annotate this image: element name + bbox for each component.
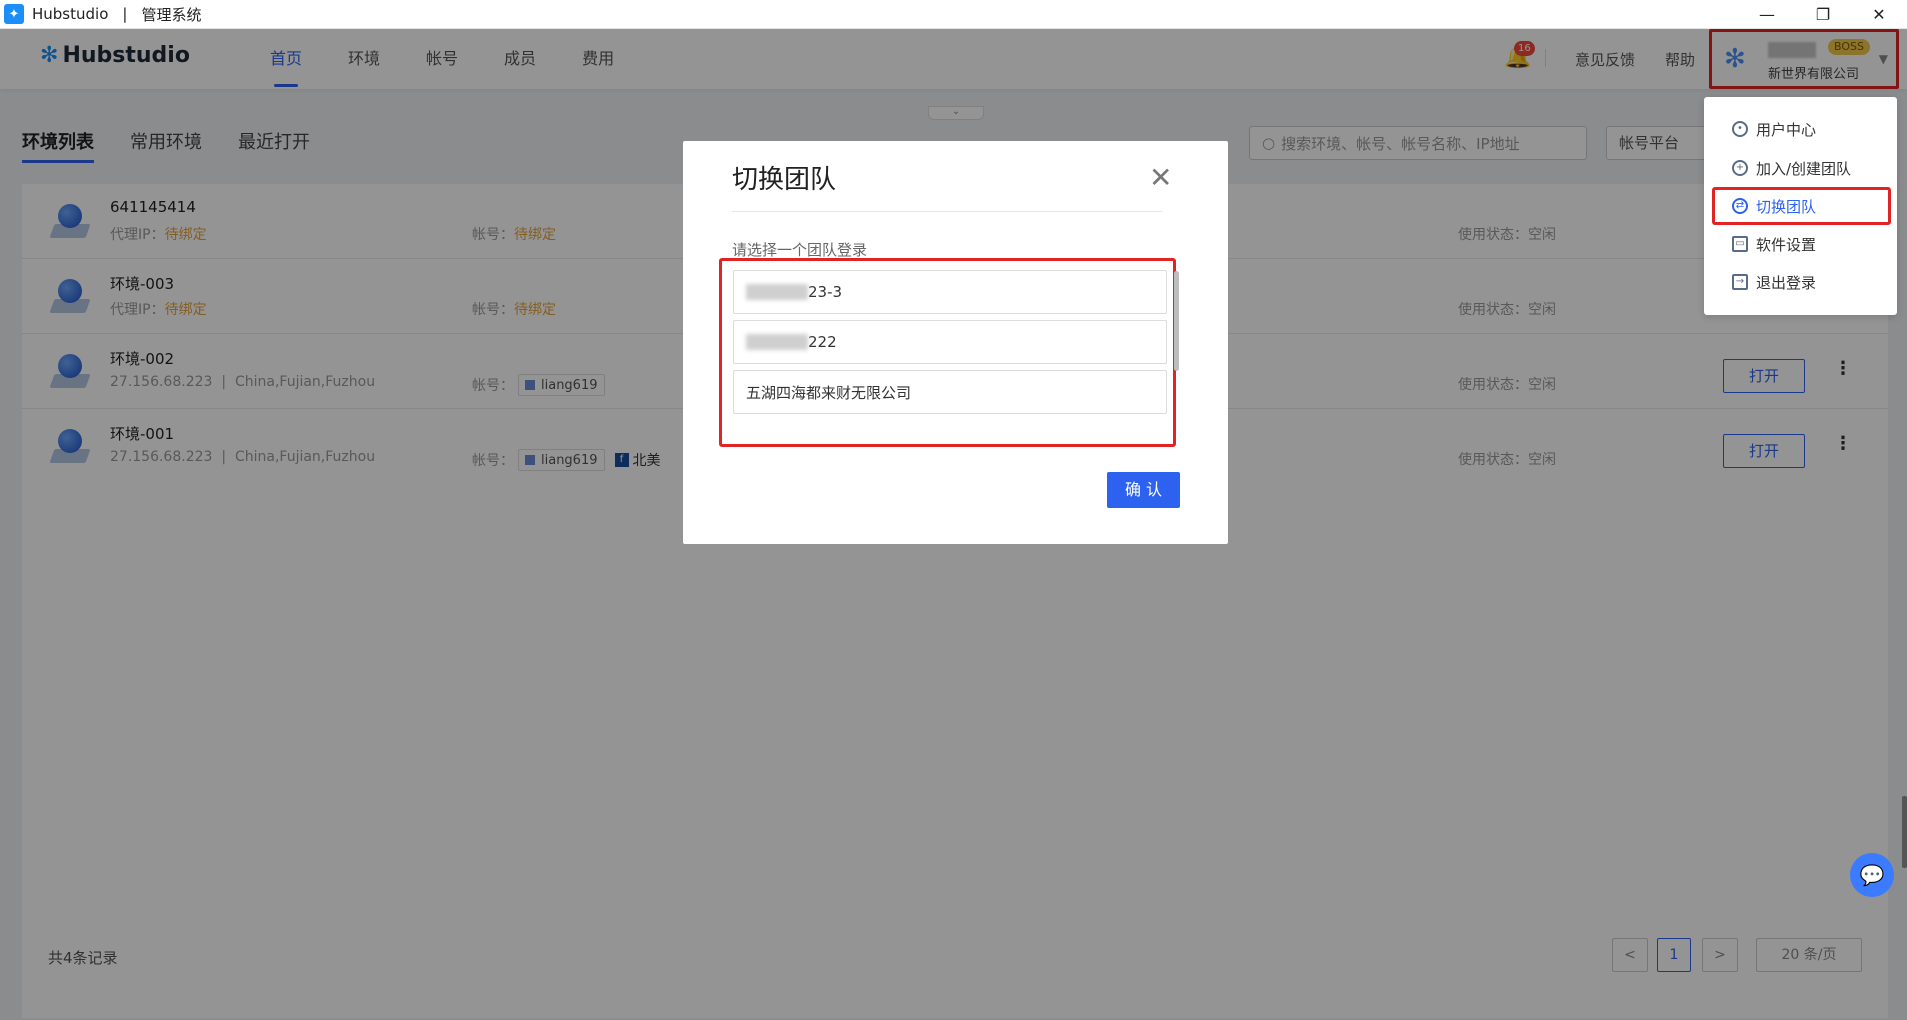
window-subtitle: 管理系统: [141, 5, 202, 24]
dialog-divider: [732, 211, 1162, 212]
close-window-button[interactable]: ✕: [1851, 0, 1907, 28]
chat-support-icon[interactable]: 💬: [1850, 853, 1894, 897]
team-list-highlight: 23-3 222 五湖四海都来财无限公司: [719, 258, 1176, 447]
team-option[interactable]: 五湖四海都来财无限公司: [733, 370, 1167, 414]
logout-icon: →: [1732, 274, 1748, 290]
team-option[interactable]: 222: [733, 320, 1167, 364]
team-name-redacted: [746, 334, 808, 350]
menu-switch-team[interactable]: ⇄ 切换团队: [1732, 194, 1816, 218]
user-dropdown-menu: • 用户中心 + 加入/创建团队 ⇄ 切换团队 ▭ 软件设置 → 退出登录: [1704, 97, 1897, 315]
dialog-title: 切换团队: [732, 165, 837, 195]
app-logo-icon: ✦: [4, 4, 24, 24]
menu-user-center[interactable]: • 用户中心: [1732, 117, 1816, 141]
close-icon[interactable]: ✕: [1149, 161, 1172, 194]
window-title: Hubstudio: [32, 5, 109, 23]
dialog-label: 请选择一个团队登录: [732, 241, 868, 259]
menu-software-settings[interactable]: ▭ 软件设置: [1732, 232, 1816, 256]
menu-join-create-team[interactable]: + 加入/创建团队: [1732, 156, 1851, 180]
user-icon: •: [1732, 121, 1748, 137]
confirm-button[interactable]: 确 认: [1107, 472, 1180, 508]
page-scrollbar[interactable]: [1902, 796, 1907, 868]
title-separator: |: [122, 5, 128, 23]
switch-team-dialog: 切换团队 ✕ 请选择一个团队登录 23-3 222 五湖四海都来财无限公司 确 …: [683, 141, 1228, 544]
menu-logout[interactable]: → 退出登录: [1732, 270, 1816, 294]
team-name-redacted: [746, 284, 808, 300]
monitor-icon: ▭: [1732, 236, 1748, 252]
maximize-button[interactable]: ❐: [1795, 0, 1851, 28]
team-option[interactable]: 23-3: [733, 270, 1167, 314]
switch-icon: ⇄: [1732, 198, 1748, 214]
team-list-scrollbar[interactable]: [1174, 271, 1179, 371]
plus-circle-icon: +: [1732, 160, 1748, 176]
window-title-bar: ✦ Hubstudio | 管理系统 — ❐ ✕: [0, 0, 1907, 29]
minimize-button[interactable]: —: [1739, 0, 1795, 28]
